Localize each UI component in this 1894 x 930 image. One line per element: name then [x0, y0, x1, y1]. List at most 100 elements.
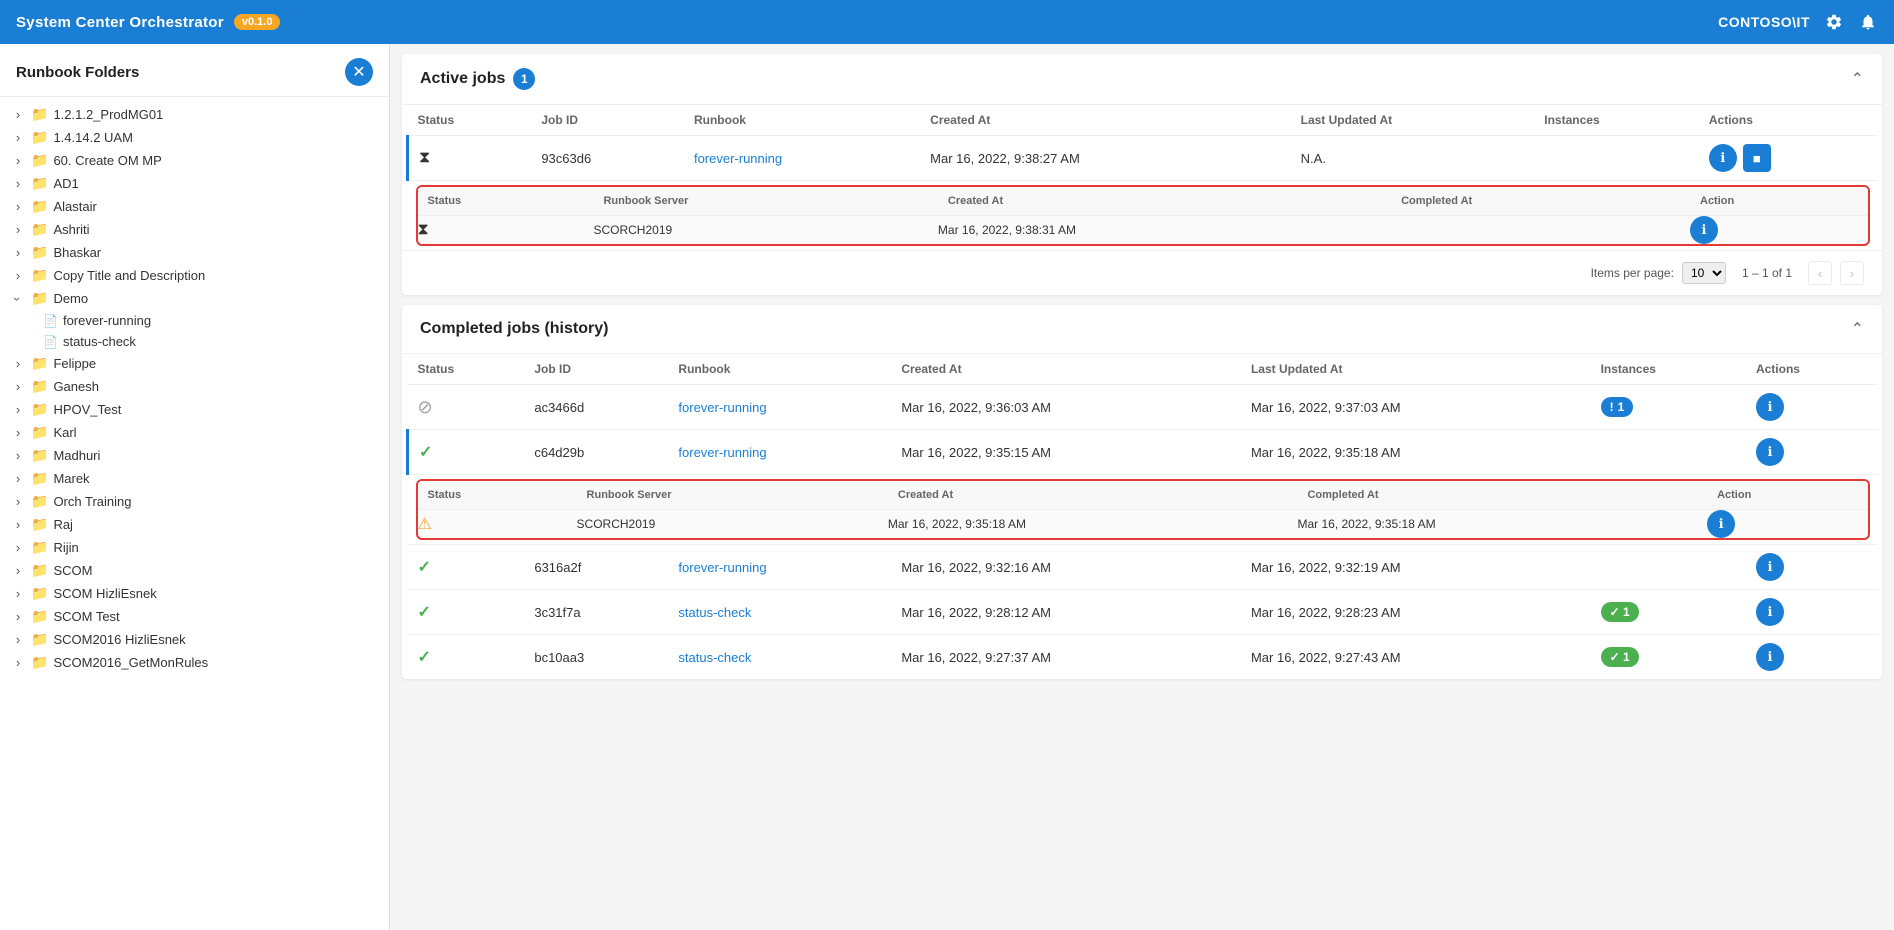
sidebar-folder-f23[interactable]: ›📁SCOM2016_GetMonRules [0, 651, 389, 674]
instance-badge: ! 1 [1601, 397, 1634, 417]
last-updated-cell: Mar 16, 2022, 9:37:03 AM [1241, 385, 1591, 430]
sidebar-folder-f15[interactable]: ›📁Marek [0, 467, 389, 490]
sidebar-scroll: ›📁1.2.1.2_ProdMG01›📁1.4.14.2 UAM›📁60. Cr… [0, 97, 389, 930]
col-status: Status [408, 354, 525, 385]
status-cell: ✓ [408, 545, 525, 590]
runbook-link[interactable]: forever-running [678, 560, 766, 575]
status-check-icon: ✓ [418, 559, 431, 576]
sidebar-folder-f18[interactable]: ›📁Rijin [0, 536, 389, 559]
sidebar-folder-f21[interactable]: ›📁SCOM Test [0, 605, 389, 628]
chevron-icon: › [10, 130, 26, 146]
sub-created-cell: Mar 16, 2022, 9:38:31 AM [938, 216, 1391, 245]
sub-table-container: Status Runbook Server Created At Complet… [416, 185, 1871, 246]
sidebar-folder-f19[interactable]: ›📁SCOM [0, 559, 389, 582]
status-cell: ⊘ [408, 385, 525, 430]
actions-cell: ℹ [1746, 590, 1878, 635]
active-jobs-section: Active jobs 1 ⌃ Status Job ID Runbook Cr… [402, 54, 1882, 295]
sidebar-folder-f6[interactable]: ›📁Ashriti [0, 218, 389, 241]
sidebar-folder-f4[interactable]: ›📁AD1 [0, 172, 389, 195]
sidebar-folder-f8[interactable]: ›📁Copy Title and Description [0, 264, 389, 287]
sidebar-folder-f5[interactable]: ›📁Alastair [0, 195, 389, 218]
sidebar-folder-f16[interactable]: ›📁Orch Training [0, 490, 389, 513]
sub-info-button[interactable]: ℹ [1707, 510, 1735, 538]
folder-icon: 📁 [31, 608, 48, 625]
sub-info-button[interactable]: ℹ [1690, 216, 1718, 244]
prev-page-button[interactable]: ‹ [1808, 261, 1832, 285]
folder-label: HPOV_Test [53, 402, 121, 417]
runbook-link[interactable]: status-check [678, 605, 751, 620]
folder-label: 60. Create OM MP [53, 153, 161, 168]
info-button[interactable]: ℹ [1756, 643, 1784, 671]
notification-icon[interactable] [1858, 12, 1878, 32]
folder-label: 1.4.14.2 UAM [53, 130, 133, 145]
col-last-updated: Last Updated At [1241, 354, 1591, 385]
folder-label: Karl [53, 425, 76, 440]
sidebar-file-f9c1[interactable]: 📄forever-running [28, 310, 389, 331]
sidebar-folder-f10[interactable]: ›📁Felippe [0, 352, 389, 375]
sidebar-folder-f13[interactable]: ›📁Karl [0, 421, 389, 444]
job-id-cell: ac3466d [524, 385, 668, 430]
folder-icon: 📁 [31, 106, 48, 123]
chevron-icon: › [10, 356, 26, 372]
folder-label: Rijin [53, 540, 78, 555]
folder-label: Alastair [53, 199, 96, 214]
next-page-button[interactable]: › [1840, 261, 1864, 285]
org-label: CONTOSO\IT [1718, 14, 1810, 30]
content-area: Active jobs 1 ⌃ Status Job ID Runbook Cr… [390, 44, 1894, 930]
info-button[interactable]: ℹ [1756, 393, 1784, 421]
close-sidebar-button[interactable]: ✕ [345, 58, 373, 86]
runbook-link[interactable]: forever-running [694, 151, 782, 166]
runbook-link[interactable]: forever-running [678, 445, 766, 460]
col-job-id: Job ID [524, 354, 668, 385]
settings-icon[interactable] [1824, 12, 1844, 32]
last-updated-cell: Mar 16, 2022, 9:35:18 AM [1241, 430, 1591, 475]
runbook-link[interactable]: forever-running [678, 400, 766, 415]
col-runbook: Runbook [684, 105, 920, 136]
runbook-cell: forever-running [668, 430, 891, 475]
sub-col-completed: Completed At [1297, 481, 1707, 510]
sidebar-folder-f17[interactable]: ›📁Raj [0, 513, 389, 536]
sidebar-folder-f7[interactable]: ›📁Bhaskar [0, 241, 389, 264]
stop-button[interactable]: ■ [1743, 144, 1771, 172]
sidebar-folder-f1[interactable]: ›📁1.2.1.2_ProdMG01 [0, 103, 389, 126]
chevron-icon: › [10, 245, 26, 261]
folder-icon: 📁 [31, 631, 48, 648]
completed-jobs-table-container: Status Job ID Runbook Created At Last Up… [402, 354, 1882, 679]
last-updated-cell: Mar 16, 2022, 9:27:43 AM [1241, 635, 1591, 680]
sidebar-folder-f20[interactable]: ›📁SCOM HizliEsnek [0, 582, 389, 605]
sub-table-cell: Status Runbook Server Created At Complet… [408, 475, 1879, 545]
actions-cell: ℹ ■ [1699, 136, 1878, 181]
chevron-icon: › [10, 471, 26, 487]
info-button[interactable]: ℹ [1756, 438, 1784, 466]
instances-cell [1534, 136, 1699, 181]
completed-jobs-header: Completed jobs (history) ⌃ [402, 305, 1882, 354]
folder-icon: 📁 [31, 539, 48, 556]
info-button[interactable]: ℹ [1709, 144, 1737, 172]
sidebar-folder-f2[interactable]: ›📁1.4.14.2 UAM [0, 126, 389, 149]
sidebar-file-f9c2[interactable]: 📄status-check [28, 331, 389, 352]
active-jobs-collapse-icon[interactable]: ⌃ [1851, 69, 1864, 89]
sidebar-folder-f22[interactable]: ›📁SCOM2016 HizliEsnek [0, 628, 389, 651]
sidebar-folder-f14[interactable]: ›📁Madhuri [0, 444, 389, 467]
sidebar-folder-f12[interactable]: ›📁HPOV_Test [0, 398, 389, 421]
folder-label: SCOM2016 HizliEsnek [53, 632, 185, 647]
job-id-cell: 3c31f7a [524, 590, 668, 635]
folder-label: Demo [53, 291, 88, 306]
sidebar-folder-f11[interactable]: ›📁Ganesh [0, 375, 389, 398]
folder-label: Marek [53, 471, 89, 486]
instances-cell [1591, 545, 1746, 590]
sub-col-completed: Completed At [1391, 187, 1690, 216]
sidebar-folder-f9[interactable]: ›📁Demo [0, 287, 389, 310]
folder-icon: 📁 [31, 654, 48, 671]
folder-label: AD1 [53, 176, 78, 191]
instance-badge: ✓ 1 [1601, 647, 1639, 667]
last-updated-cell: Mar 16, 2022, 9:28:23 AM [1241, 590, 1591, 635]
col-job-id: Job ID [531, 105, 684, 136]
info-button[interactable]: ℹ [1756, 553, 1784, 581]
items-per-page-select[interactable]: 10 25 50 [1682, 262, 1726, 284]
sub-col-created: Created At [888, 481, 1298, 510]
sidebar-folder-f3[interactable]: ›📁60. Create OM MP [0, 149, 389, 172]
runbook-link[interactable]: status-check [678, 650, 751, 665]
completed-jobs-collapse-icon[interactable]: ⌃ [1851, 319, 1864, 339]
info-button[interactable]: ℹ [1756, 598, 1784, 626]
